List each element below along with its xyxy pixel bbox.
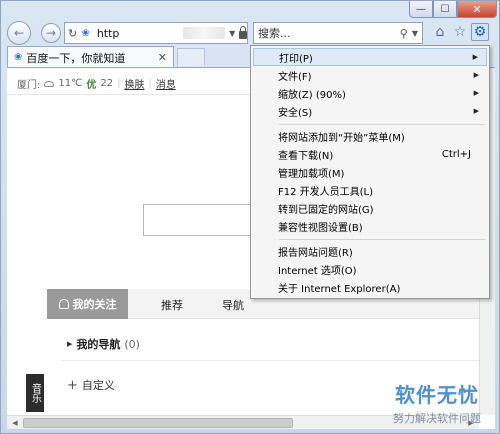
music-side-tab[interactable]: 音乐 (26, 374, 44, 412)
menu-item-internet-options[interactable]: Internet 选项(O) (253, 260, 487, 278)
menu-item-label: 文件(F) (278, 71, 312, 83)
back-button[interactable]: ← (7, 21, 31, 45)
menu-item-label: 管理加载项(M) (278, 168, 345, 180)
submenu-arrow-icon: ▶ (472, 53, 478, 61)
message-link[interactable]: 消息 (156, 76, 176, 91)
menu-separator (279, 124, 485, 125)
submenu-arrow-icon: ▶ (473, 107, 479, 115)
divider (7, 94, 251, 95)
submenu-arrow-icon: ▶ (473, 89, 479, 97)
arrow-left-icon: ← (13, 26, 25, 40)
tab-my-focus-label: 我的关注 (72, 298, 117, 311)
menu-item-about-ie[interactable]: 关于 Internet Explorer(A) (253, 278, 487, 296)
baidu-search-input[interactable] (143, 204, 253, 236)
menu-separator (279, 239, 485, 240)
close-button[interactable]: ✕ (457, 1, 497, 18)
weather-temp: 11℃ (58, 78, 83, 89)
menu-item-file[interactable]: 文件(F) ▶ (253, 66, 487, 84)
refresh-icon[interactable]: ↻ (68, 27, 81, 40)
search-icon[interactable]: ⚲ (400, 27, 408, 40)
tab-close-icon[interactable]: ✕ (158, 51, 167, 64)
menu-item-label: 报告网站问题(R) (278, 247, 353, 259)
menu-item-view-downloads[interactable]: 查看下载(N) Ctrl+J (253, 145, 487, 163)
minimize-button[interactable]: — (409, 1, 433, 18)
maximize-button[interactable]: ☐ (433, 1, 457, 18)
menu-item-label: 兼容性视图设置(B) (278, 222, 363, 234)
menu-item-label: Internet 选项(O) (278, 265, 357, 277)
customize-button[interactable]: + 自定义 (67, 377, 115, 393)
tab-title: 百度一下，你就知道 (26, 51, 126, 65)
forward-button[interactable]: → (41, 23, 61, 43)
plus-icon: + (67, 377, 78, 393)
search-dropdown-icon[interactable]: ▼ (412, 29, 418, 38)
weather-separator: | (117, 78, 121, 89)
menu-item-label: 将网站添加到“开始”菜单(M) (278, 132, 405, 144)
menu-item-label: 转到已固定的网站(G) (278, 204, 374, 216)
my-navigation-count: (0) (124, 337, 140, 351)
menu-item-label: 查看下载(N) (278, 150, 334, 162)
menu-item-label: 打印(P) (279, 53, 313, 65)
tools-menu: 打印(P) ▶ 文件(F) ▶ 缩放(Z) (90%) ▶ 安全(S) ▶ 将网… (250, 45, 490, 299)
menu-item-manage-addons[interactable]: 管理加载项(M) (253, 163, 487, 181)
skin-link[interactable]: 换肤 (124, 76, 144, 91)
tab-navigation[interactable]: 导航 (222, 297, 244, 313)
favorites-star-icon[interactable]: ☆ (451, 23, 469, 41)
browser-window: — ☐ ✕ ← → ↻ ❀ http ▼ 搜索... ⚲ ▼ ⌂ ☆ ⚙ ❀ 百… (0, 0, 500, 434)
cloud-icon (44, 80, 55, 87)
scroll-thumb[interactable] (23, 418, 293, 428)
menu-item-compat-view[interactable]: 兼容性视图设置(B) (253, 217, 487, 235)
menu-item-report-problems[interactable]: 报告网站问题(R) (253, 242, 487, 260)
search-input[interactable]: 搜索... (258, 25, 400, 41)
menu-item-label: 缩放(Z) (90%) (278, 89, 346, 101)
address-dropdown-icon[interactable]: ▼ (229, 29, 235, 38)
my-navigation-toggle[interactable]: ▶ 我的导航 (0) (67, 336, 140, 352)
search-box[interactable]: 搜索... ⚲ ▼ (253, 22, 423, 44)
tools-gear-icon[interactable]: ⚙ (471, 23, 489, 41)
menu-item-safety[interactable]: 安全(S) ▶ (253, 102, 487, 120)
lock-icon[interactable] (239, 26, 247, 39)
baidu-paw-icon: ❀ (81, 27, 90, 39)
menu-item-label: 安全(S) (278, 107, 313, 119)
address-bar[interactable]: ↻ ❀ http ▼ (64, 22, 248, 44)
menu-item-add-to-start[interactable]: 将网站添加到“开始”菜单(M) (253, 127, 487, 145)
triangle-right-icon: ▶ (67, 340, 73, 348)
customize-label: 自定义 (81, 379, 115, 392)
aqi-label: 优 (86, 80, 97, 91)
divider (61, 360, 495, 361)
aqi-value: 22 (100, 78, 114, 89)
tab-recommend[interactable]: 推荐 (161, 297, 183, 313)
scroll-left-icon[interactable]: ◀ (8, 417, 22, 429)
arrow-right-icon: → (45, 26, 57, 40)
tab-my-focus[interactable]: 我的关注 (47, 289, 128, 319)
address-text[interactable]: http (97, 27, 183, 40)
menu-item-f12-tools[interactable]: F12 开发人员工具(L) (253, 181, 487, 199)
menu-shortcut: Ctrl+J (441, 148, 471, 160)
watermark: 软件无忧 努力解决软件问题 (373, 379, 500, 429)
menu-item-label: F12 开发人员工具(L) (278, 186, 374, 198)
address-blurred-region (183, 27, 226, 39)
watermark-title: 软件无忧 (395, 383, 479, 407)
submenu-arrow-icon: ▶ (473, 71, 479, 79)
menu-item-print[interactable]: 打印(P) ▶ (253, 48, 487, 66)
weather-bar: 厦门: 11℃ 优 22 | 换肤 | 消息 (17, 76, 176, 91)
home-icon[interactable]: ⌂ (431, 23, 449, 41)
weather-separator: | (148, 78, 152, 89)
menu-item-pinned-sites[interactable]: 转到已固定的网站(G) (253, 199, 487, 217)
watermark-subtitle: 努力解决软件问题 (393, 412, 481, 425)
person-icon (58, 299, 69, 309)
menu-item-zoom[interactable]: 缩放(Z) (90%) ▶ (253, 84, 487, 102)
baidu-paw-icon: ❀ (14, 52, 23, 63)
tab-baidu[interactable]: ❀ 百度一下，你就知道 ✕ (7, 46, 174, 68)
weather-city: 厦门: (17, 80, 41, 91)
my-navigation-label: 我的导航 (76, 338, 121, 351)
menu-item-label: 关于 Internet Explorer(A) (278, 283, 401, 295)
new-tab-button[interactable] (177, 48, 205, 66)
